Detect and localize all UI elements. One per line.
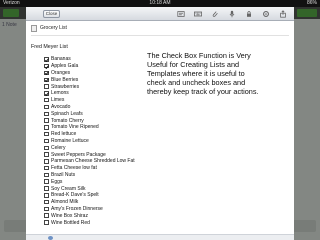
checkbox[interactable] (44, 118, 49, 123)
checklist-item: Fetta Cheese low fat (44, 165, 174, 172)
note-document[interactable]: Grocery List Fred Meyer List Bananas Appl… (26, 21, 294, 240)
checklist-item: Wine Box Shiraz (44, 212, 174, 219)
checklist-item: Red lettuce (44, 131, 174, 138)
checklist-item-label: Red lettuce (51, 131, 77, 138)
lock-icon[interactable] (244, 9, 254, 19)
checkbox[interactable] (44, 70, 49, 76)
checkbox[interactable] (44, 179, 49, 184)
checklist-item-label: Almond Milk (51, 199, 79, 206)
checklist-item-label: Oranges (51, 69, 71, 76)
editor-bottom-bar (26, 234, 294, 240)
title-divider (31, 35, 289, 36)
checklist-item-label: Bread-K Dave's Spelt (51, 192, 99, 199)
checkbox[interactable] (44, 131, 49, 137)
checkbox[interactable] (44, 145, 49, 150)
checkbox[interactable] (44, 84, 49, 89)
checkbox[interactable] (44, 77, 49, 83)
checkbox[interactable] (44, 159, 49, 164)
checkbox[interactable] (44, 111, 49, 117)
checklist-item-label: Celery (51, 144, 66, 151)
checkbox[interactable] (44, 199, 49, 205)
checklist-item: Parmesan Cheese Shredded Low Fat (44, 158, 174, 165)
note-title-row: Grocery List (31, 24, 67, 32)
checkbox[interactable] (44, 57, 49, 62)
checklist-item: Limes (44, 97, 174, 104)
checklist-item: Spinach Leafs (44, 110, 174, 117)
note-icon (31, 24, 37, 32)
checklist-item-label: Blue Berries (51, 76, 79, 83)
keyboard-icon[interactable] (193, 9, 203, 19)
checklist-item-label: Sweet Peppers Package (51, 151, 106, 158)
note-editor-modal: Close Grocery List Fred Meyer List Banan… (26, 7, 294, 240)
checklist-item-label: Wine Bottled Red (51, 219, 90, 226)
checklist-item-label: Spinach Leafs (51, 110, 83, 117)
settings-icon[interactable] (261, 9, 271, 19)
microphone-icon[interactable] (227, 9, 237, 19)
editor-toolbar: Close (26, 7, 294, 21)
checklist-item: Sweet Peppers Package (44, 151, 174, 158)
checklist-item-label: Amy's Frozen Dinnerse (51, 205, 103, 212)
checklist-item-label: Lemons (51, 90, 69, 97)
checklist-item-label: Avocado (51, 103, 71, 110)
checklist-item: Romaine Lettuce (44, 138, 174, 145)
checklist-item-label: Apples Gala (51, 63, 79, 70)
checkbox[interactable] (44, 172, 49, 178)
checklist-item-label: Tomato Vine Ripened (51, 124, 99, 131)
checklist-item: Tomato Cherry (44, 117, 174, 124)
checklist-item-label: Parmesan Cheese Shredded Low Fat (51, 158, 135, 165)
checklist-item-label: Limes (51, 97, 65, 104)
checklist-item-label: Wine Box Shiraz (51, 212, 88, 219)
checklist-item-label: Romaine Lettuce (51, 137, 89, 144)
checklist-item: Tomato Vine Ripened (44, 124, 174, 131)
checklist-item-label: Strawberries (51, 83, 80, 90)
clock-label: 10:18 AM (149, 0, 171, 6)
text-format-icon[interactable] (176, 9, 186, 19)
checkbox[interactable] (44, 138, 49, 144)
share-icon[interactable] (278, 9, 288, 19)
checkbox[interactable] (44, 97, 49, 103)
checklist-item: Almond Milk (44, 199, 174, 206)
toolbar-icons (176, 9, 288, 19)
checkbox[interactable] (44, 213, 49, 218)
checklist-item: Amy's Frozen Dinnerse (44, 206, 174, 213)
close-button[interactable]: Close (43, 10, 60, 18)
checklist-item: Soy Cream Silk (44, 185, 174, 192)
checklist-item: Brazil Nuts (44, 172, 174, 179)
list-heading: Fred Meyer List (31, 44, 68, 50)
checkbox[interactable] (44, 125, 49, 130)
battery-label: 86% (306, 0, 317, 6)
checklist-item-label: Fetta Cheese low fat (51, 165, 97, 172)
checkbox[interactable] (44, 165, 49, 171)
checklist-item-label: Soy Cream Silk (51, 185, 86, 192)
status-bar: Verizon 10:18 AM 86% (0, 0, 320, 7)
attachment-icon[interactable] (210, 9, 220, 19)
checklist-item-label: Tomato Cherry (51, 117, 84, 124)
checklist-item: Avocado (44, 104, 174, 111)
checkbox[interactable] (44, 186, 49, 191)
checkbox[interactable] (44, 152, 49, 157)
checklist-item: Celery (44, 144, 174, 151)
callout-text: The Check Box Function is Very Useful fo… (147, 51, 259, 96)
checklist-item-label: Bananas (51, 56, 71, 63)
checkbox[interactable] (44, 220, 49, 225)
checklist-item-label: Eggs (51, 178, 63, 185)
checkbox[interactable] (44, 104, 49, 110)
globe-icon[interactable] (48, 235, 53, 240)
checkbox[interactable] (44, 63, 49, 69)
note-title[interactable]: Grocery List (40, 25, 67, 31)
checklist-item: Eggs (44, 178, 174, 185)
checkbox[interactable] (44, 91, 49, 96)
checklist-item-label: Brazil Nuts (51, 171, 76, 178)
checklist-item: Wine Bottled Red (44, 219, 174, 226)
checkbox[interactable] (44, 206, 49, 212)
checkbox[interactable] (44, 193, 49, 198)
checklist-item: Bread-K Dave's Spelt (44, 192, 174, 199)
